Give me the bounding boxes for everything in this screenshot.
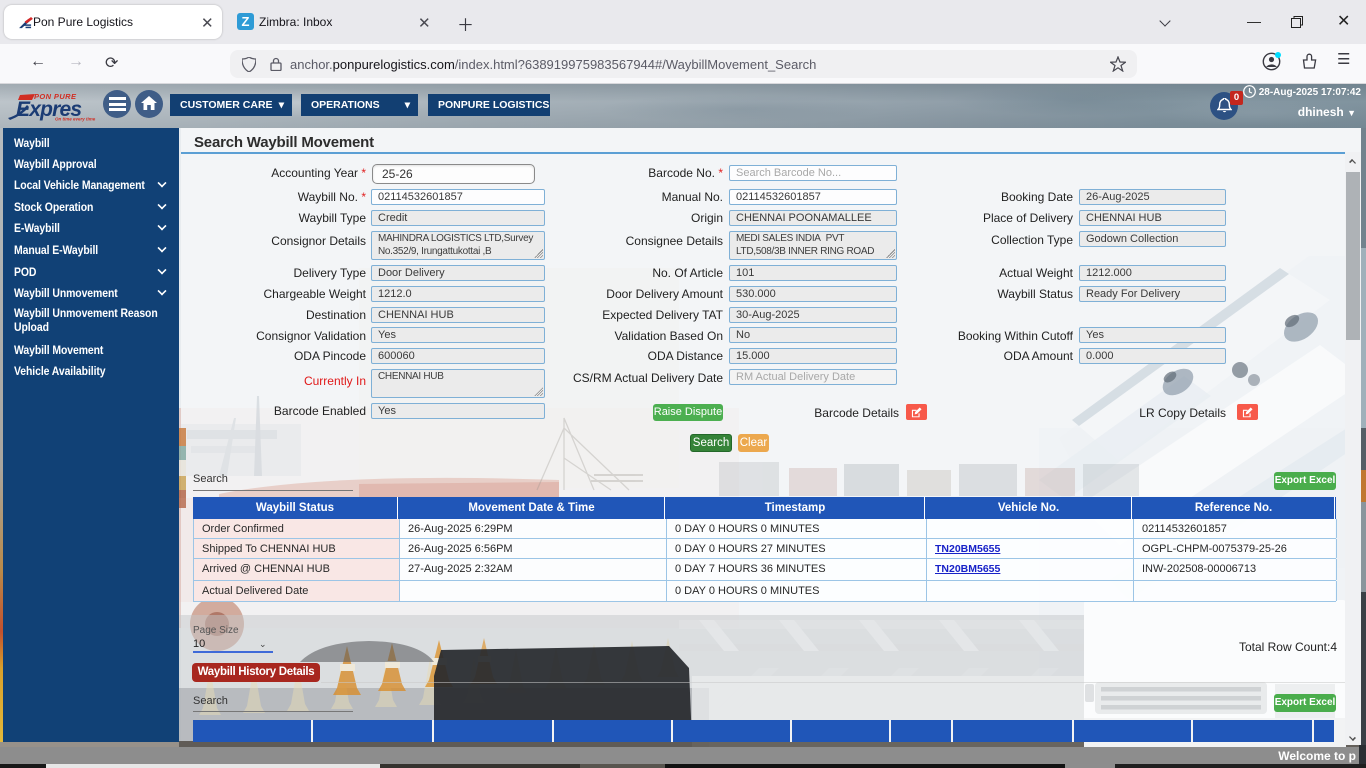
svg-text:On time every time: On time every time	[55, 117, 96, 122]
